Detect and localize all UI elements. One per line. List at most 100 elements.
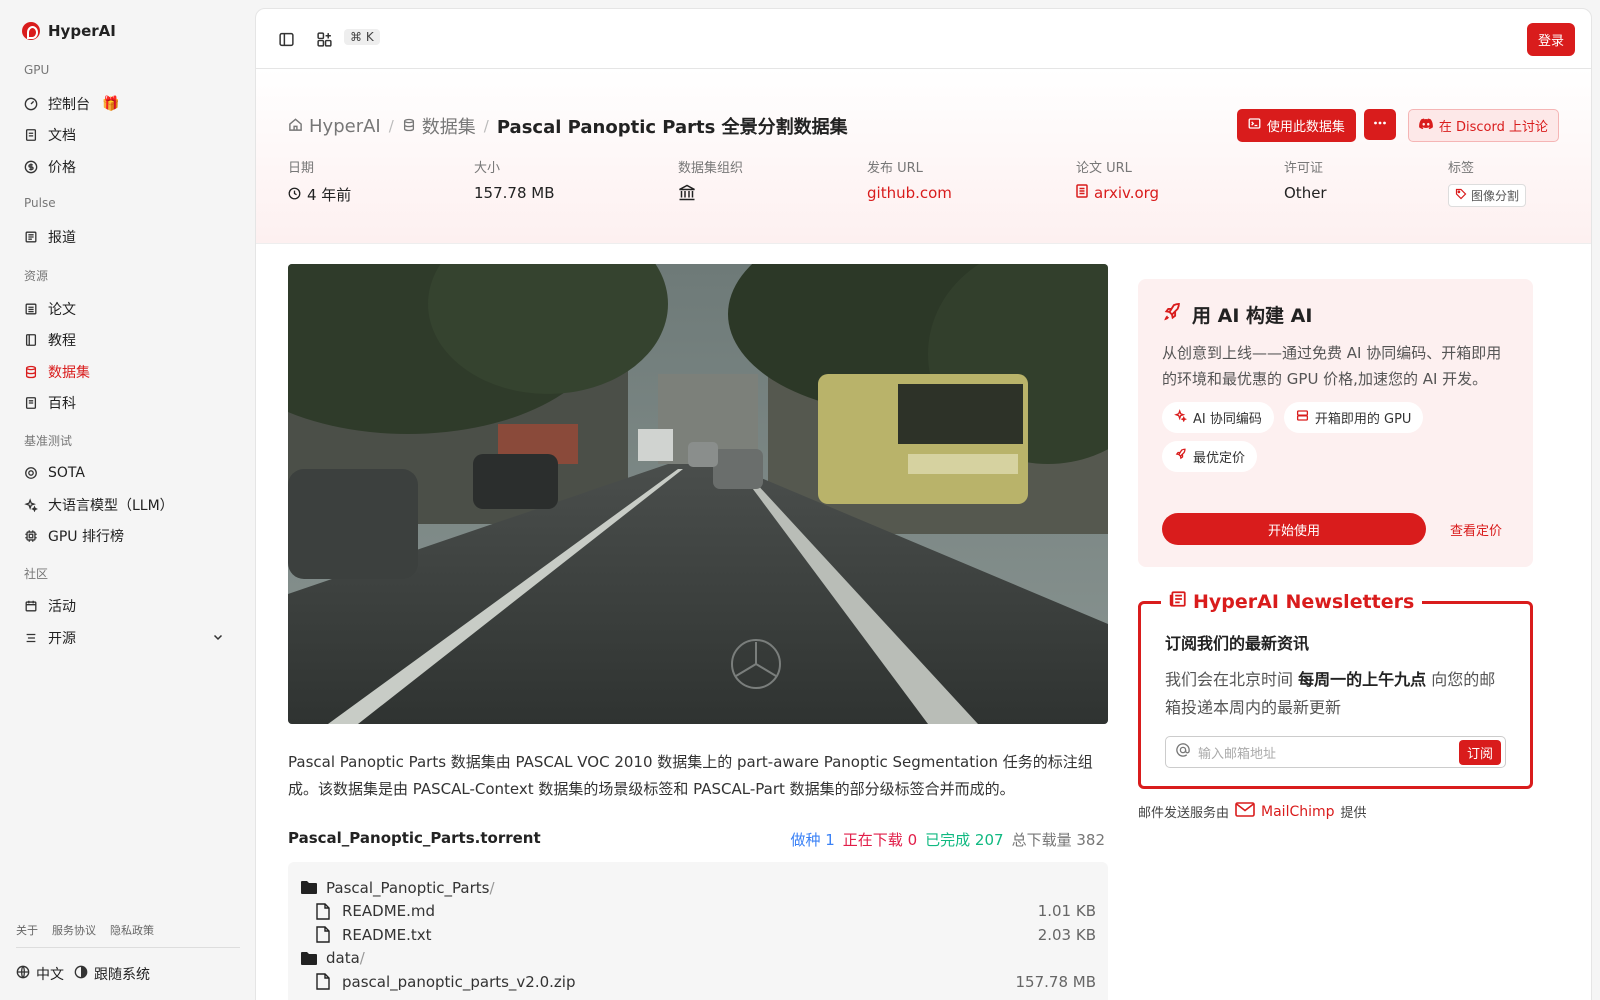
email-placeholder: 输入邮箱地址 [1198,746,1277,762]
discord-discuss-button[interactable]: 在 Discord 上讨论 [1407,109,1559,142]
meta-paper-url-row[interactable]: arxiv.org [1076,184,1159,202]
newsletter-legend: HyperAI Newsletters [1161,590,1423,613]
footer-link-about[interactable]: 关于 [16,922,38,938]
ai-feature-chips: AI 协同编码 开箱即用的 GPU 最优定价 [1162,402,1462,472]
sidebar-item-label: 百科 [48,396,76,412]
folder-icon [300,880,318,895]
downloading-count: 0 [907,831,918,849]
view-pricing-link[interactable]: 查看定价 [1450,520,1502,539]
mail-icon [1235,802,1255,821]
sidebar-item-sota[interactable]: SOTA [16,458,238,488]
sidebar-item-pricing[interactable]: 价格 [16,152,238,182]
sidebar-item-label: 文档 [48,128,76,144]
seeding-stat: 做种 1 [790,829,834,850]
meta-release-url: 发布 URL github.com [867,157,952,202]
use-dataset-button[interactable]: 使用此数据集 [1236,109,1356,142]
meta-release-url-label: 发布 URL [867,161,923,176]
ai-promo-description: 从创意到上线——通过免费 AI 协同编码、开箱即用的环境和最优惠的 GPU 价格… [1162,344,1502,388]
sidebar: HyperAI GPU 控制台 🎁 文档 价格 Pulse 报道 资源 论文 教… [0,0,255,1000]
tag-chip[interactable]: 图像分割 [1448,184,1527,207]
sidebar-item-label: 论文 [48,302,76,318]
sidebar-section-resources: 资源 [24,269,49,283]
dataset-preview-image [288,264,1108,724]
theme-icon [74,965,88,983]
meta-paper-url: 论文 URL arxiv.org [1076,157,1159,202]
file-size: 2.03 KB [1037,925,1096,944]
file-tree-row[interactable]: Pascal_Panoptic_Parts / [300,876,1096,900]
theme-label: 跟随系统 [94,967,150,983]
sidebar-item-docs[interactable]: 文档 [16,120,238,150]
language-switch[interactable]: 中文 [16,964,64,984]
tag-label: 图像分割 [1471,189,1520,203]
sidebar-item-wiki[interactable]: 百科 [16,388,238,418]
subscribe-button[interactable]: 订阅 [1458,739,1501,765]
newsletter-text-before: 我们会在北京时间 [1165,670,1299,689]
mail-provider-note: 邮件发送服务由 MailChimp 提供 [1138,802,1367,821]
downloading-label: 正在下载 [842,831,903,849]
list-icon [24,631,38,645]
ai-promo-title: 用 AI 构建 AI [1192,305,1313,327]
sidebar-item-papers[interactable]: 论文 [16,294,238,324]
sidebar-item-tutorials[interactable]: 教程 [16,325,238,355]
seeding-label: 做种 [790,831,821,849]
mailchimp-link[interactable]: MailChimp [1261,804,1335,820]
language-label: 中文 [36,967,64,983]
total-downloads-stat: 总下载量 382 [1012,829,1105,850]
cpu-icon [24,529,38,543]
get-started-button[interactable]: 开始使用 [1162,513,1426,545]
more-options-button[interactable] [1363,109,1396,140]
institution-icon[interactable] [678,184,696,205]
sidebar-item-events[interactable]: 活动 [16,591,238,621]
apps-icon[interactable] [314,29,334,49]
gift-icon: 🎁 [102,96,120,112]
topbar: ⌘ K 登录 [256,9,1591,69]
downloading-stat: 正在下载 0 [843,829,917,850]
sidebar-item-label: 活动 [48,599,76,615]
sidebar-item-datasets[interactable]: 数据集 [16,357,238,387]
sidebar-item-news[interactable]: 报道 [16,222,238,252]
file-tree-row[interactable]: README.md 1.01 KB [300,900,1096,924]
calendar-icon [24,599,38,613]
feature-chip: AI 协同编码 [1162,402,1274,433]
meta-tags: 标签 图像分割 [1448,157,1527,207]
sidebar-item-label: 报道 [48,230,76,246]
feature-chip-label: AI 协同编码 [1193,412,1262,427]
page-title: Pascal Panoptic Parts 全景分割数据集 [496,117,848,138]
breadcrumb-section-label: 数据集 [421,117,476,138]
footer-link-terms[interactable]: 服务协议 [52,922,96,938]
meta-paper-url-label: 论文 URL [1076,161,1132,176]
sidebar-toggle-icon[interactable] [276,29,296,49]
sidebar-item-gpu-leaderboard[interactable]: GPU 排行榜 [16,521,238,551]
torrent-name[interactable]: Pascal_Panoptic_Parts.torrent [288,829,541,847]
file-size: 1.01 KB [1037,902,1096,921]
more-horizontal-icon [1372,115,1388,135]
sidebar-item-open-source[interactable]: 开源 [16,623,238,653]
total-label: 总下载量 [1011,831,1072,849]
breadcrumb-home[interactable]: HyperAI [288,116,381,137]
sidebar-item-console[interactable]: 控制台 🎁 [16,89,238,119]
file-tree-row[interactable]: pascal_panoptic_parts_v2.0.zip 157.78 MB [300,970,1096,994]
globe-icon [16,965,30,983]
newsletter-text: 我们会在北京时间 每周一的上午九点 向您的邮箱投递本周内的最新更新 [1165,666,1506,722]
dollar-icon [24,160,38,174]
sidebar-item-label: SOTA [48,465,85,481]
dataset-description: Pascal Panoptic Parts 数据集由 PASCAL VOC 20… [288,753,1093,798]
login-button[interactable]: 登录 [1526,23,1575,56]
breadcrumb-home-label: HyperAI [309,115,381,137]
chevron-down-icon[interactable] [212,631,224,647]
file-tree-row[interactable]: data / [300,947,1096,971]
brand[interactable]: HyperAI [22,22,116,40]
folder-icon [300,951,318,966]
sparkles-icon [24,498,38,512]
search-shortcut[interactable]: ⌘ K [344,29,380,45]
email-field[interactable]: 输入邮箱地址 订阅 [1165,736,1506,768]
meta-size: 大小 157.78 MB [474,157,555,202]
file-tree-row[interactable]: README.txt 2.03 KB [300,923,1096,947]
footer-link-privacy[interactable]: 隐私政策 [110,922,154,938]
meta-release-url-link[interactable]: github.com [867,184,952,202]
main-panel: ⌘ K 登录 HyperAI / 数据集 / Pascal Panoptic P… [255,8,1592,1000]
theme-switch[interactable]: 跟随系统 [74,964,150,984]
breadcrumb-section[interactable]: 数据集 [402,113,476,139]
sidebar-item-llm[interactable]: 大语言模型（LLM） [16,490,238,520]
file-name: data [326,949,360,968]
